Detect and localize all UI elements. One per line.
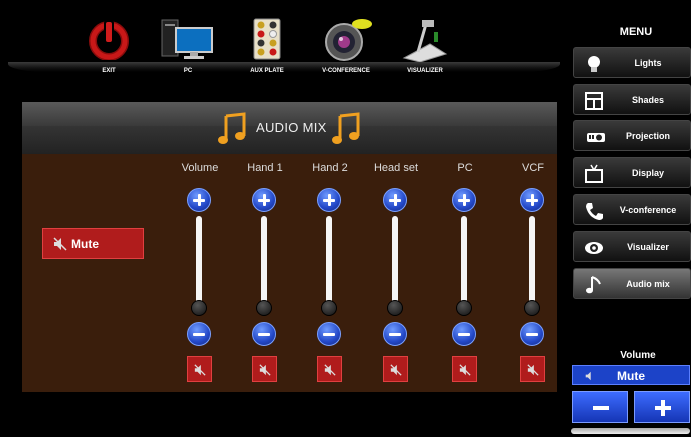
channel-slider-track[interactable] bbox=[261, 216, 267, 306]
speaker-muted-icon bbox=[324, 364, 336, 376]
channel-volume-up-button[interactable] bbox=[383, 188, 407, 212]
menu-item-label: Display bbox=[631, 168, 664, 178]
menu-title: MENU bbox=[619, 26, 653, 38]
channel-slider-track[interactable] bbox=[461, 216, 467, 306]
speaker-muted-icon bbox=[527, 364, 539, 376]
channel-slider-track[interactable] bbox=[392, 216, 398, 306]
speaker-muted-icon bbox=[194, 364, 206, 376]
speaker-muted-icon bbox=[390, 364, 402, 376]
menu-item-shades[interactable]: Shades bbox=[573, 84, 691, 115]
master-volume-bar[interactable] bbox=[571, 428, 690, 434]
source-label: AUX PLATE bbox=[250, 68, 284, 74]
channel-volume-down-button[interactable] bbox=[452, 322, 476, 346]
channel-volume-up-button[interactable] bbox=[317, 188, 341, 212]
channel-mute-button[interactable] bbox=[317, 356, 342, 382]
music-note-icon bbox=[218, 112, 246, 144]
source-label: V-CONFERENCE bbox=[322, 68, 370, 74]
menu-item-audio-mix[interactable]: Audio mix bbox=[573, 268, 691, 299]
channel-hand-1: Hand 1 bbox=[245, 160, 285, 390]
channel-name: VCF bbox=[522, 162, 544, 174]
source-visualizer-button[interactable]: VISUALIZER bbox=[380, 18, 470, 78]
channel-volume-down-button[interactable] bbox=[383, 322, 407, 346]
audio-mix-title: AUDIO MIX bbox=[256, 120, 327, 135]
channel-slider-knob[interactable] bbox=[321, 300, 337, 316]
channel-slider-knob[interactable] bbox=[524, 300, 540, 316]
master-mute-button[interactable]: Mute bbox=[572, 365, 690, 385]
channel-vcf: VCF bbox=[513, 160, 553, 390]
channel-volume-down-button[interactable] bbox=[187, 322, 211, 346]
channel-volume-down-button[interactable] bbox=[317, 322, 341, 346]
source-label: VISUALIZER bbox=[407, 68, 443, 74]
document-camera-icon bbox=[402, 20, 448, 62]
minus-icon bbox=[593, 406, 609, 410]
channel-mute-button[interactable] bbox=[452, 356, 477, 382]
menu-item-label: V-conference bbox=[619, 205, 677, 215]
channel-volume: Volume bbox=[180, 160, 220, 390]
channel-mute-button[interactable] bbox=[383, 356, 408, 382]
eye-icon bbox=[585, 242, 603, 254]
phone-icon bbox=[586, 203, 603, 220]
master-volume-down-button[interactable] bbox=[572, 391, 628, 423]
audio-mix-header: AUDIO MIX bbox=[22, 102, 557, 154]
source-bar: EXIT PC AUX PLATE V-CONFERENCE VISUALIZE… bbox=[0, 0, 567, 80]
menu-item-label: Visualizer bbox=[627, 242, 669, 252]
source-v-conference-button[interactable]: V-CONFERENCE bbox=[301, 18, 391, 78]
master-volume-up-button[interactable] bbox=[634, 391, 690, 423]
plus-icon-vertical bbox=[661, 400, 665, 416]
channel-pc: PC bbox=[445, 160, 485, 390]
channel-slider-knob[interactable] bbox=[387, 300, 403, 316]
channel-volume-up-button[interactable] bbox=[452, 188, 476, 212]
menu-item-label: Lights bbox=[634, 58, 662, 68]
channel-slider-knob[interactable] bbox=[456, 300, 472, 316]
master-volume-title: Volume bbox=[620, 350, 656, 361]
channel-volume-down-button[interactable] bbox=[252, 322, 276, 346]
speaker-muted-icon bbox=[459, 364, 471, 376]
menu-item-lights[interactable]: Lights bbox=[573, 47, 691, 78]
mute-all-label: Mute bbox=[71, 236, 99, 251]
source-label: EXIT bbox=[102, 68, 116, 74]
master-mute-label: Mute bbox=[617, 369, 645, 383]
channel-slider-track[interactable] bbox=[326, 216, 332, 306]
menu-item-label: Shades bbox=[631, 95, 664, 105]
music-note-icon bbox=[586, 276, 601, 294]
channel-volume-up-button[interactable] bbox=[520, 188, 544, 212]
tv-icon bbox=[585, 164, 603, 183]
channel-name: Head set bbox=[373, 162, 419, 174]
menu-item-projection[interactable]: Projection bbox=[573, 120, 691, 151]
light-bulb-icon bbox=[588, 56, 600, 72]
camera-icon bbox=[325, 19, 372, 61]
channel-volume-up-button[interactable] bbox=[187, 188, 211, 212]
aux-plate-icon bbox=[253, 18, 281, 60]
speaker-muted-icon bbox=[53, 237, 67, 251]
channel-slider-knob[interactable] bbox=[191, 300, 207, 316]
channel-volume-up-button[interactable] bbox=[252, 188, 276, 212]
window-shade-icon bbox=[585, 92, 603, 110]
audio-mix-panel: AUDIO MIX Mute Volume Hand 1 Hand 2 Head… bbox=[22, 102, 557, 392]
channel-slider-track[interactable] bbox=[529, 216, 535, 306]
projector-icon bbox=[587, 133, 605, 142]
channel-mute-button[interactable] bbox=[252, 356, 277, 382]
computer-icon bbox=[161, 19, 213, 59]
channel-slider-track[interactable] bbox=[196, 216, 202, 306]
channel-mute-button[interactable] bbox=[520, 356, 545, 382]
channel-hand-2: Hand 2 bbox=[310, 160, 350, 390]
menu-item-visualizer[interactable]: Visualizer bbox=[573, 231, 691, 262]
channel-head-set: Head set bbox=[374, 160, 418, 390]
speaker-muted-icon bbox=[259, 364, 271, 376]
menu-item-label: Projection bbox=[625, 131, 670, 141]
menu-item-label: Audio mix bbox=[626, 279, 670, 289]
channel-slider-knob[interactable] bbox=[256, 300, 272, 316]
source-pc-button[interactable]: PC bbox=[143, 18, 233, 78]
menu-item-v-conference[interactable]: V-conference bbox=[573, 194, 691, 225]
mute-all-button[interactable]: Mute bbox=[42, 228, 144, 259]
power-icon bbox=[89, 20, 129, 60]
source-label: PC bbox=[183, 68, 193, 74]
source-aux-plate-button[interactable]: AUX PLATE bbox=[222, 18, 312, 78]
channel-mute-button[interactable] bbox=[187, 356, 212, 382]
channel-volume-down-button[interactable] bbox=[520, 322, 544, 346]
source-exit-button[interactable]: EXIT bbox=[64, 18, 154, 78]
menu-item-display[interactable]: Display bbox=[573, 157, 691, 188]
music-note-icon bbox=[332, 112, 360, 144]
